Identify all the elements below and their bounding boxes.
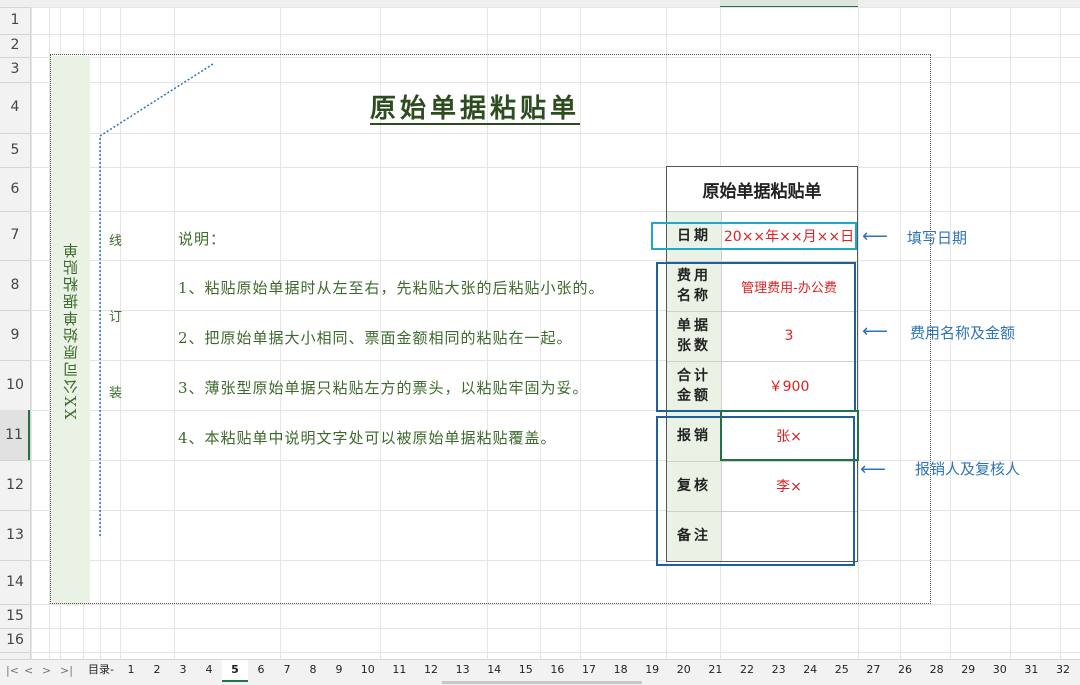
- row-number[interactable]: 6: [0, 167, 30, 211]
- grid-column-line: [31, 7, 32, 659]
- arrow-left-icon: ⟵: [862, 321, 888, 342]
- row-number[interactable]: 14: [0, 560, 30, 604]
- sheet-tab[interactable]: 8: [300, 660, 326, 682]
- row-number[interactable]: 13: [0, 510, 30, 560]
- annotation-people: 报销人及复核人: [915, 460, 1021, 478]
- page-title: 原始单据粘贴单: [369, 94, 580, 124]
- first-sheet-button[interactable]: |<: [6, 664, 19, 677]
- sheet-tab[interactable]: 26: [889, 660, 921, 682]
- row-header-divider: [0, 652, 30, 653]
- expense-highlight-box: [656, 262, 856, 412]
- sheet-tab[interactable]: 29: [952, 660, 984, 682]
- sheet-tab[interactable]: 18: [605, 660, 637, 682]
- binding-char-xian: 线: [109, 234, 123, 249]
- row-number[interactable]: 7: [0, 211, 30, 260]
- arrow-left-icon: ⟵: [860, 459, 886, 480]
- sheet-tab[interactable]: 17: [573, 660, 605, 682]
- row-number[interactable]: 15: [0, 604, 30, 628]
- row-number[interactable]: 5: [0, 133, 30, 167]
- note-item-3: 3、薄张型原始单据只粘贴左方的票头，以粘贴牢固为妥。: [178, 379, 589, 397]
- row-number[interactable]: 4: [0, 82, 30, 133]
- sheet-tab[interactable]: 24: [794, 660, 826, 682]
- sheet-tab[interactable]: 1: [118, 660, 144, 682]
- row-header-strip[interactable]: 1 2 3 4 5 6 7 8 9 10 11 12 13 14 15 16: [0, 7, 31, 659]
- sheet-tab[interactable]: 21: [700, 660, 732, 682]
- sheet-tab[interactable]: 9: [326, 660, 352, 682]
- active-cell-outline[interactable]: [720, 410, 859, 461]
- binding-char-zhuang: 装: [109, 386, 123, 401]
- sheet-tab[interactable]: 19: [636, 660, 668, 682]
- sheet-tab[interactable]: 22: [731, 660, 763, 682]
- grid-row-line: [31, 34, 1080, 35]
- row-number[interactable]: 8: [0, 260, 30, 310]
- note-item-4: 4、本粘贴单中说明文字处可以被原始单据粘贴覆盖。: [178, 429, 557, 447]
- grid-row-line: [31, 604, 1080, 605]
- row-number[interactable]: 16: [0, 628, 30, 652]
- sheet-tab[interactable]: 16: [542, 660, 574, 682]
- sheet-tab[interactable]: 5: [222, 660, 248, 682]
- sheet-tab[interactable]: 25: [826, 660, 858, 682]
- annotation-expense: 费用名称及金额: [910, 324, 1016, 342]
- sheet-tab[interactable]: 10: [352, 660, 384, 682]
- notes-heading: 说明：: [178, 230, 227, 248]
- binding-char-ding: 订: [109, 310, 123, 325]
- grid-column-line: [1060, 7, 1061, 659]
- row-number[interactable]: 9: [0, 310, 30, 360]
- form-title[interactable]: 原始单据粘贴单: [667, 167, 857, 211]
- note-item-2: 2、把原始单据大小相同、票面金额相同的粘贴在一起。: [178, 329, 573, 347]
- note-item-1: 1、粘贴原始单据时从左至右，先粘贴大张的后粘贴小张的。: [178, 279, 605, 297]
- sheet-tab[interactable]: 13: [447, 660, 479, 682]
- sheet-tab[interactable]: 28: [921, 660, 953, 682]
- sheet-tab[interactable]: 20: [668, 660, 700, 682]
- prev-sheet-button[interactable]: <: [24, 664, 33, 677]
- binding-dotted-line: [99, 63, 214, 536]
- next-sheet-button[interactable]: >: [42, 664, 51, 677]
- row-number[interactable]: 2: [0, 34, 30, 57]
- row-number[interactable]: 11: [0, 410, 30, 460]
- form-divider: [667, 211, 857, 212]
- sheet-tab[interactable]: 27: [858, 660, 890, 682]
- date-highlight-box: [651, 222, 857, 250]
- row-number[interactable]: 1: [0, 7, 30, 34]
- sheet-tab[interactable]: 31: [1016, 660, 1048, 682]
- sheet-tab[interactable]: 6: [248, 660, 274, 682]
- row-number[interactable]: 12: [0, 460, 30, 510]
- sheet-tab[interactable]: 7: [274, 660, 300, 682]
- grid-row-line: [31, 628, 1080, 629]
- sheet-tab[interactable]: 目录-: [84, 660, 118, 682]
- arrow-left-icon: ⟵: [862, 226, 888, 247]
- grid-row-line: [31, 7, 1080, 8]
- sheet-tab[interactable]: 2: [144, 660, 170, 682]
- grid-row-line: [31, 652, 1080, 653]
- row-number[interactable]: 3: [0, 57, 30, 82]
- sheet-tab[interactable]: 3: [170, 660, 196, 682]
- sheet-tab[interactable]: 30: [984, 660, 1016, 682]
- annotation-date: 填写日期: [907, 229, 968, 247]
- row-number[interactable]: 10: [0, 360, 30, 410]
- sheet-tab[interactable]: 12: [415, 660, 447, 682]
- last-sheet-button[interactable]: >|: [60, 664, 73, 677]
- sheet-tab[interactable]: 23: [763, 660, 795, 682]
- sheet-tab[interactable]: 4: [196, 660, 222, 682]
- sheet-tab[interactable]: 32: [1047, 660, 1079, 682]
- sheet-tab[interactable]: 15: [510, 660, 542, 682]
- sheet-tab[interactable]: 14: [478, 660, 510, 682]
- sheet-tab[interactable]: 11: [384, 660, 416, 682]
